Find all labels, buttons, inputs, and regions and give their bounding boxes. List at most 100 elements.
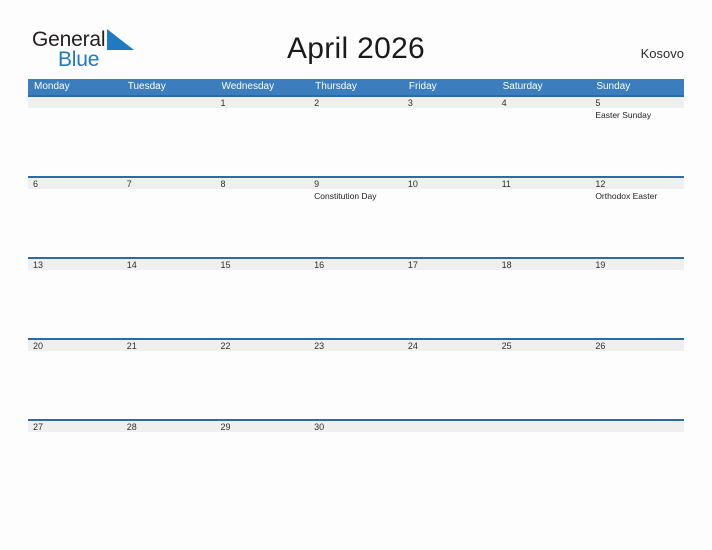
day-number[interactable] [590, 421, 684, 432]
day-number[interactable]: 23 [309, 340, 403, 351]
weekday-header-saturday: Saturday [502, 81, 543, 92]
page-title: April 2026 [286, 32, 426, 65]
day-number[interactable]: 27 [28, 421, 122, 432]
weekday-header-thursday: Thursday [315, 81, 357, 92]
day-number[interactable]: 19 [590, 259, 684, 270]
week-event-band [28, 351, 684, 417]
day-number[interactable]: 10 [403, 178, 497, 189]
page-header: General Blue April 2026 Kosovo [0, 0, 712, 78]
day-cell[interactable] [122, 270, 216, 336]
day-cell[interactable] [497, 270, 591, 336]
day-number[interactable]: 21 [122, 340, 216, 351]
day-number[interactable]: 8 [215, 178, 309, 189]
calendar-week-row: 6 7 8 9 10 11 12 Constitution Day Orthod… [28, 176, 684, 257]
day-cell[interactable] [309, 108, 403, 174]
day-cell[interactable] [309, 432, 403, 498]
week-event-band [28, 270, 684, 336]
week-event-band [28, 432, 684, 498]
day-cell[interactable] [497, 351, 591, 417]
day-cell[interactable] [403, 351, 497, 417]
day-number[interactable]: 3 [403, 97, 497, 108]
day-cell[interactable] [122, 432, 216, 498]
week-number-band: 1 2 3 4 5 [28, 95, 684, 108]
day-number[interactable]: 26 [590, 340, 684, 351]
day-cell[interactable] [215, 189, 309, 255]
calendar-week-row: 13 14 15 16 17 18 19 [28, 257, 684, 338]
day-number[interactable]: 5 [590, 97, 684, 108]
day-number[interactable]: 18 [497, 259, 591, 270]
day-cell[interactable] [122, 108, 216, 174]
day-cell[interactable] [403, 432, 497, 498]
weekday-header-row: Monday Tuesday Wednesday Thursday Friday… [28, 79, 684, 95]
day-number[interactable]: 30 [309, 421, 403, 432]
day-event-label: Constitution Day [314, 191, 377, 201]
day-number[interactable]: 14 [122, 259, 216, 270]
week-event-band: Constitution Day Orthodox Easter [28, 189, 684, 255]
day-number[interactable]: 24 [403, 340, 497, 351]
day-number[interactable]: 15 [215, 259, 309, 270]
day-cell[interactable] [28, 108, 122, 174]
day-number[interactable] [403, 421, 497, 432]
day-number[interactable]: 29 [215, 421, 309, 432]
day-number[interactable]: 20 [28, 340, 122, 351]
day-cell[interactable] [403, 270, 497, 336]
day-number[interactable]: 12 [590, 178, 684, 189]
calendar-page: General Blue April 2026 Kosovo Monday Tu… [0, 0, 712, 550]
day-cell[interactable] [590, 270, 684, 336]
day-cell[interactable] [28, 270, 122, 336]
week-number-band: 6 7 8 9 10 11 12 [28, 176, 684, 189]
day-number[interactable] [497, 421, 591, 432]
day-number[interactable]: 22 [215, 340, 309, 351]
day-number[interactable] [28, 97, 122, 108]
weekday-header-wednesday: Wednesday [221, 81, 275, 92]
day-cell[interactable] [590, 432, 684, 498]
week-number-band: 13 14 15 16 17 18 19 [28, 257, 684, 270]
day-cell[interactable] [403, 189, 497, 255]
week-number-band: 27 28 29 30 [28, 419, 684, 432]
day-cell[interactable] [403, 108, 497, 174]
day-cell[interactable] [28, 432, 122, 498]
calendar-week-row: 20 21 22 23 24 25 26 [28, 338, 684, 419]
day-number[interactable]: 17 [403, 259, 497, 270]
day-cell[interactable] [590, 351, 684, 417]
calendar-week-row: 27 28 29 30 [28, 419, 684, 500]
day-event-label: Easter Sunday [595, 110, 652, 120]
day-cell[interactable] [28, 351, 122, 417]
day-cell[interactable]: Orthodox Easter [590, 189, 684, 255]
day-number[interactable]: 7 [122, 178, 216, 189]
day-event-label: Orthodox Easter [595, 191, 658, 201]
day-number[interactable]: 9 [309, 178, 403, 189]
country-label: Kosovo [640, 46, 684, 61]
weekday-header-sunday: Sunday [596, 81, 631, 92]
week-event-band: Easter Sunday [28, 108, 684, 174]
day-number[interactable]: 16 [309, 259, 403, 270]
day-number[interactable]: 4 [497, 97, 591, 108]
day-cell[interactable] [122, 351, 216, 417]
day-number[interactable]: 2 [309, 97, 403, 108]
calendar-week-row: 1 2 3 4 5 Easter Sunday [28, 95, 684, 176]
day-number[interactable]: 11 [497, 178, 591, 189]
day-number[interactable]: 25 [497, 340, 591, 351]
day-number[interactable]: 13 [28, 259, 122, 270]
day-cell[interactable] [497, 189, 591, 255]
weekday-header-tuesday: Tuesday [127, 81, 166, 92]
day-number[interactable]: 6 [28, 178, 122, 189]
day-cell[interactable] [497, 432, 591, 498]
day-cell[interactable]: Constitution Day [309, 189, 403, 255]
day-cell[interactable] [215, 432, 309, 498]
weekday-header-friday: Friday [408, 81, 437, 92]
day-number[interactable] [122, 97, 216, 108]
week-number-band: 20 21 22 23 24 25 26 [28, 338, 684, 351]
day-cell[interactable] [309, 270, 403, 336]
calendar-grid: Monday Tuesday Wednesday Thursday Friday… [28, 79, 684, 500]
day-cell[interactable]: Easter Sunday [590, 108, 684, 174]
day-cell[interactable] [28, 189, 122, 255]
day-cell[interactable] [215, 270, 309, 336]
day-number[interactable]: 1 [215, 97, 309, 108]
day-cell[interactable] [215, 108, 309, 174]
day-cell[interactable] [122, 189, 216, 255]
day-cell[interactable] [215, 351, 309, 417]
day-number[interactable]: 28 [122, 421, 216, 432]
day-cell[interactable] [309, 351, 403, 417]
day-cell[interactable] [497, 108, 591, 174]
